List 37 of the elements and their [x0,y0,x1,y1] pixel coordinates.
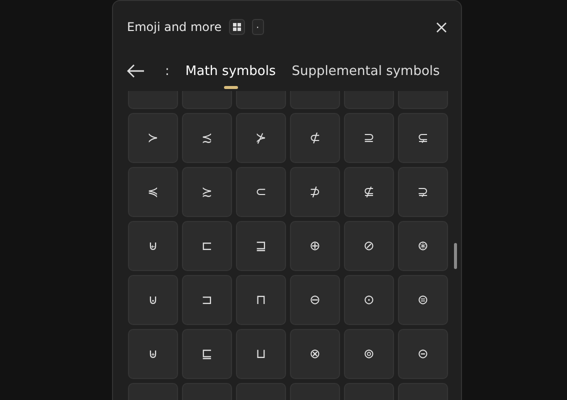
category-tab[interactable]: Math symbols [177,60,284,88]
symbol-tile[interactable]: ⊂ [236,167,286,217]
symbol-tile[interactable]: ⊇ [344,113,394,163]
windows-key-icon [228,19,245,35]
symbol-tile[interactable]: ⊒ [236,221,286,271]
symbol-tile[interactable]: ⊁ [236,113,286,163]
symbol-tile[interactable]: ⊏ [182,221,232,271]
symbol-tile[interactable]: ≼ [128,167,178,217]
symbol-tile[interactable]: ⊚ [344,329,394,379]
symbol-tile[interactable]: ⊖ [290,275,340,325]
symbol-tile[interactable]: ≿ [182,167,232,217]
symbol-tile[interactable]: ⊎ [128,329,178,379]
symbol-tile[interactable]: ⊅ [290,167,340,217]
symbol-tile[interactable]: ⊊ [398,113,448,163]
symbol-tile[interactable]: ⊝ [398,329,448,379]
symbol-tile[interactable]: ⊓ [236,275,286,325]
category-tab[interactable]: Supplemental symbols [284,60,448,88]
symbol-tile[interactable]: ⊜ [398,275,448,325]
symbol-tile[interactable]: ≻ [128,113,178,163]
symbol-tile[interactable]: ⊈ [344,167,394,217]
symbol-tile[interactable]: ⊕ [290,221,340,271]
symbol-tile[interactable]: ⊍ [128,275,178,325]
symbol-tile[interactable]: ⊐ [182,275,232,325]
symbol-tile[interactable]: ⊄ [290,113,340,163]
symbol-tile[interactable]: ⊙ [344,275,394,325]
category-tab[interactable]: : [157,60,178,88]
panel-title: Emoji and more [127,20,222,34]
scrollbar-thumb[interactable] [454,243,457,269]
symbol-tile[interactable]: ⊗ [290,329,340,379]
symbol-tile[interactable]: ⊋ [398,167,448,217]
symbol-tile[interactable]: ⊘ [344,221,394,271]
key-hint: . [252,19,264,35]
symbol-tile[interactable]: ⊔ [236,329,286,379]
symbol-tile[interactable]: ⊌ [128,221,178,271]
symbol-tile[interactable]: ⊑ [182,329,232,379]
symbol-tile[interactable]: ≾ [182,113,232,163]
symbol-tile[interactable]: ⊛ [398,221,448,271]
